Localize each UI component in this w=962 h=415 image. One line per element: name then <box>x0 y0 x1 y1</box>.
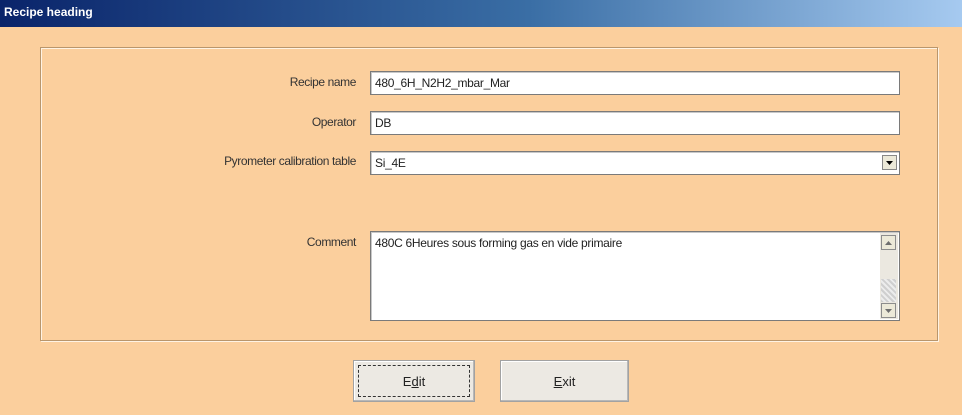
chevron-down-icon <box>886 160 893 165</box>
exit-label-post: xit <box>562 373 576 389</box>
window-title: Recipe heading <box>4 5 93 19</box>
edit-label-mnemonic: d <box>411 373 419 389</box>
scroll-up-button[interactable] <box>881 235 896 250</box>
operator-label: Operator <box>311 115 357 129</box>
comment-scrollbar[interactable] <box>880 233 898 319</box>
arrow-down-icon <box>885 308 892 313</box>
edit-label-pre: E <box>402 373 412 389</box>
recipe-name-field[interactable]: 480_6H_N2H2_mbar_Mar <box>370 71 900 95</box>
edit-button[interactable]: Ed it <box>353 360 475 402</box>
comment-value: 480C 6Heures sous forming gas en vide pr… <box>375 236 622 250</box>
operator-value: DB <box>375 116 392 130</box>
comment-textarea[interactable]: 480C 6Heures sous forming gas en vide pr… <box>370 231 900 321</box>
window-title-bar[interactable]: Recipe heading <box>0 0 962 27</box>
scroll-down-button[interactable] <box>881 303 896 318</box>
operator-field[interactable]: DB <box>370 111 900 135</box>
edit-label-post: it <box>418 373 426 389</box>
scroll-track[interactable] <box>881 279 896 302</box>
comment-label: Comment <box>306 235 357 249</box>
pyrometer-calibration-label: Pyrometer calibration table <box>224 154 356 168</box>
exit-label-mnemonic: E <box>553 373 563 389</box>
pyrometer-calibration-value: Si_4E <box>375 156 406 170</box>
arrow-up-icon <box>885 240 892 245</box>
pyrometer-calibration-dropdown[interactable]: Si_4E <box>370 151 900 175</box>
exit-button[interactable]: Exit <box>500 360 629 402</box>
recipe-name-value: 480_6H_N2H2_mbar_Mar <box>375 76 510 90</box>
recipe-name-label: Recipe name <box>289 75 357 89</box>
dropdown-arrow-button[interactable] <box>882 155 897 170</box>
